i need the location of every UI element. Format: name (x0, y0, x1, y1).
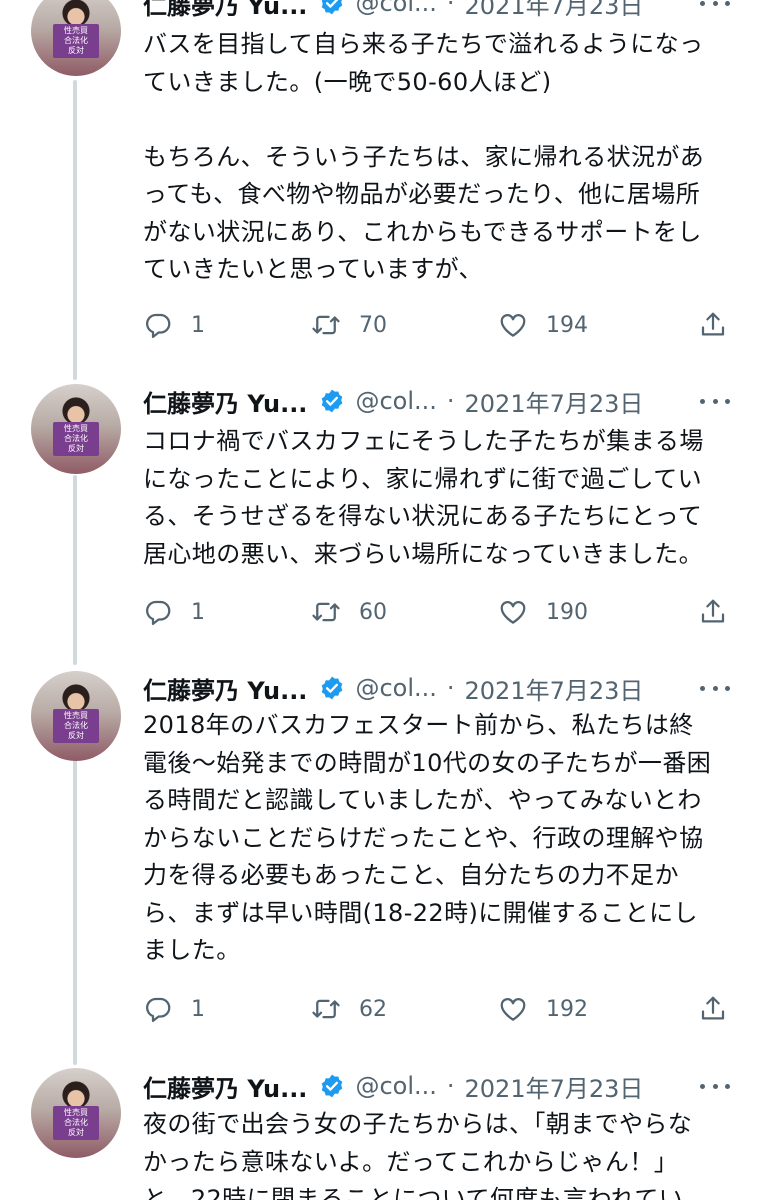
reply-count: 1 (191, 996, 205, 1022)
like-icon (500, 601, 526, 624)
reply-count: 1 (191, 312, 205, 338)
verified-badge-icon (322, 676, 343, 700)
tweet-actions: 1 62 192 (143, 992, 743, 1026)
retweet-count: 70 (359, 312, 387, 338)
avatar[interactable]: 性売買 合法化 反対 (31, 384, 121, 474)
reply-button[interactable]: 1 (143, 308, 205, 342)
thread-line (73, 80, 77, 380)
more-icon[interactable] (700, 683, 730, 693)
avatar-sign: 性売買 合法化 反対 (53, 422, 99, 456)
tweet-text: コロナ禍でバスカフェにそうした子たちが集まる場 になったことにより、家に帰れずに… (143, 427, 704, 568)
retweet-icon (312, 999, 340, 1019)
separator-dot: · (446, 387, 455, 415)
retweet-count: 62 (359, 996, 387, 1022)
like-icon (500, 314, 526, 337)
share-icon (701, 312, 725, 336)
reply-icon (146, 600, 171, 625)
share-icon (701, 996, 725, 1020)
tweet-header: 仁藤夢乃 Yu... @col... · 2021年7月23日 (143, 0, 644, 21)
handle[interactable]: @col... (355, 674, 436, 702)
verified-badge-icon (322, 0, 343, 15)
retweet-icon (312, 315, 340, 335)
tweet-text: 夜の街で出会う女の子たちからは、「朝までやらな かったら意味ないよ。だってこれか… (143, 1110, 693, 1200)
share-icon (701, 599, 725, 623)
tweet-text: 2018年のバスカフェスタート前から、私たちは終 電後〜始発までの時間が10代の… (143, 711, 712, 964)
avatar-sign: 性売買 合法化 反対 (53, 24, 99, 58)
display-name[interactable]: 仁藤夢乃 Yu... (143, 1069, 307, 1104)
avatar[interactable]: 性売買 合法化 反対 (31, 671, 121, 761)
share-button[interactable] (698, 308, 746, 342)
avatar-sign: 性売買 合法化 反対 (53, 1106, 99, 1140)
reply-icon (146, 997, 171, 1022)
like-count: 194 (546, 312, 588, 338)
handle[interactable]: @col... (355, 1072, 436, 1100)
retweet-count: 60 (359, 599, 387, 625)
handle[interactable]: @col... (355, 0, 436, 17)
more-icon[interactable] (700, 1081, 730, 1091)
tweet-date[interactable]: 2021年7月23日 (465, 671, 644, 706)
avatar-sign: 性売買 合法化 反対 (53, 709, 99, 743)
reply-button[interactable]: 1 (143, 595, 205, 629)
tweet-date[interactable]: 2021年7月23日 (465, 1069, 644, 1104)
reply-count: 1 (191, 599, 205, 625)
retweet-icon (312, 602, 340, 622)
avatar[interactable]: 性売買 合法化 反対 (31, 0, 121, 76)
tweet-header: 仁藤夢乃 Yu... @col... · 2021年7月23日 (143, 384, 644, 419)
like-button[interactable]: 194 (498, 308, 588, 342)
share-button[interactable] (698, 595, 746, 629)
avatar[interactable]: 性売買 合法化 反対 (31, 1068, 121, 1158)
like-count: 190 (546, 599, 588, 625)
thread-line (73, 475, 77, 665)
tweet-date[interactable]: 2021年7月23日 (465, 384, 644, 419)
verified-badge-icon (322, 1074, 343, 1098)
share-button[interactable] (698, 992, 746, 1026)
tweet-text: バスを目指して自ら来る子たちで溢れるようになっ ていきました。(一晩で50-60… (143, 30, 705, 283)
display-name[interactable]: 仁藤夢乃 Yu... (143, 0, 307, 21)
verified-badge-icon (322, 389, 343, 413)
separator-dot: · (446, 0, 455, 17)
separator-dot: · (446, 1072, 455, 1100)
tweet-actions: 1 70 194 (143, 308, 743, 342)
reply-icon (146, 313, 171, 338)
thread-line (73, 760, 77, 1065)
like-button[interactable]: 192 (498, 992, 588, 1026)
reply-button[interactable]: 1 (143, 992, 205, 1026)
retweet-button[interactable]: 70 (311, 308, 387, 342)
retweet-button[interactable]: 62 (311, 992, 387, 1026)
retweet-button[interactable]: 60 (311, 595, 387, 629)
separator-dot: · (446, 674, 455, 702)
display-name[interactable]: 仁藤夢乃 Yu... (143, 671, 307, 706)
like-count: 192 (546, 996, 588, 1022)
tweet-header: 仁藤夢乃 Yu... @col... · 2021年7月23日 (143, 1069, 644, 1104)
tweet-header: 仁藤夢乃 Yu... @col... · 2021年7月23日 (143, 671, 644, 706)
like-icon (500, 998, 526, 1021)
more-icon[interactable] (700, 396, 730, 406)
tweet-actions: 1 60 190 (143, 595, 743, 629)
handle[interactable]: @col... (355, 387, 436, 415)
more-icon[interactable] (700, 0, 730, 8)
like-button[interactable]: 190 (498, 595, 588, 629)
tweet-date[interactable]: 2021年7月23日 (465, 0, 644, 21)
display-name[interactable]: 仁藤夢乃 Yu... (143, 384, 307, 419)
